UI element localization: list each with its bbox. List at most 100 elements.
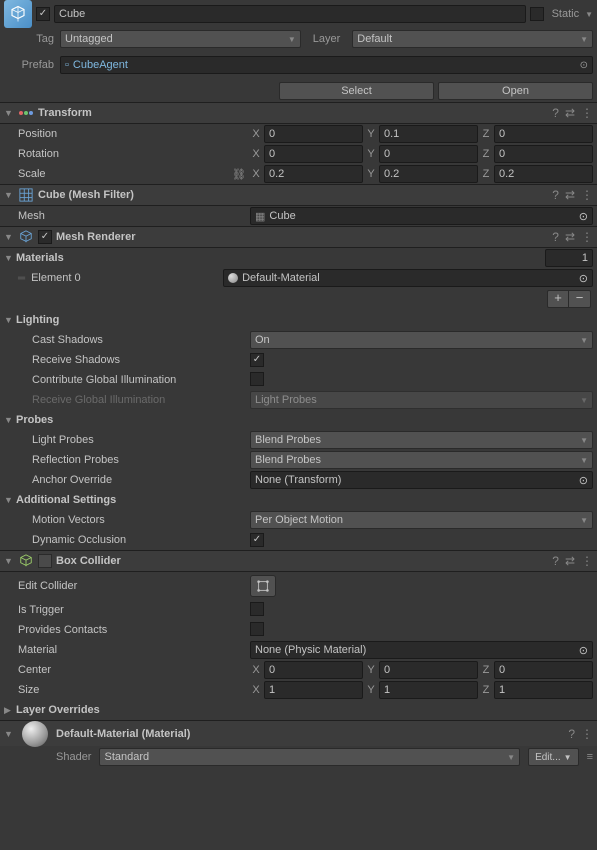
provides-contacts-label: Provides Contacts (4, 624, 250, 636)
y-label: Y (365, 684, 377, 696)
center-x-input[interactable] (264, 661, 363, 679)
object-picker-icon[interactable]: ⊙ (579, 644, 588, 657)
preset-icon[interactable]: ⇄ (565, 188, 575, 202)
position-label: Position (4, 128, 250, 140)
help-icon[interactable]: ? (568, 727, 575, 741)
add-button[interactable]: + (547, 290, 569, 308)
y-label: Y (365, 148, 377, 160)
mesh-label: Mesh (4, 210, 250, 222)
foldout-icon[interactable]: ▼ (4, 729, 14, 739)
name-field[interactable] (54, 5, 526, 23)
additional-settings-label: Additional Settings (16, 494, 116, 506)
material-slot[interactable]: Default-Material ⊙ (223, 269, 593, 287)
probes-label: Probes (16, 414, 53, 426)
mesh-renderer-icon (18, 229, 34, 245)
material-preview-icon (22, 721, 48, 747)
menu-icon[interactable]: ⋮ (581, 727, 593, 741)
object-picker-icon[interactable]: ⊙ (579, 272, 588, 285)
anchor-override-field[interactable]: None (Transform)⊙ (250, 471, 593, 489)
edit-collider-button[interactable] (250, 575, 276, 597)
rotation-x-input[interactable] (264, 145, 363, 163)
material-title: Default-Material (Material) (56, 728, 560, 740)
foldout-icon[interactable]: ▶ (4, 705, 14, 716)
dynamic-occlusion-checkbox[interactable] (250, 533, 264, 547)
help-icon[interactable]: ? (552, 106, 559, 120)
menu-icon[interactable]: ⋮ (581, 188, 593, 202)
menu-icon[interactable]: ⋮ (581, 230, 593, 244)
object-picker-icon[interactable]: ⊙ (579, 474, 588, 487)
tag-label: Tag (4, 33, 54, 45)
motion-vectors-dropdown[interactable]: Per Object Motion▼ (250, 511, 593, 529)
prefab-icon: ▫ (65, 59, 69, 71)
contribute-gi-checkbox[interactable] (250, 372, 264, 386)
enable-checkbox[interactable] (38, 554, 52, 568)
position-x-input[interactable] (264, 125, 363, 143)
object-picker-icon[interactable]: ⊙ (579, 210, 588, 223)
size-z-input[interactable] (494, 681, 593, 699)
light-probes-dropdown[interactable]: Blend Probes▼ (250, 431, 593, 449)
object-picker-icon[interactable]: ⊙ (580, 60, 588, 71)
active-checkbox[interactable] (36, 7, 50, 21)
static-label: Static (552, 8, 580, 20)
anchor-override-label: Anchor Override (4, 474, 250, 486)
foldout-icon[interactable]: ▼ (4, 253, 14, 263)
foldout-icon[interactable]: ▼ (4, 108, 14, 118)
reflection-probes-dropdown[interactable]: Blend Probes▼ (250, 451, 593, 469)
static-dropdown-icon[interactable]: ▼ (585, 10, 593, 19)
drag-handle-icon[interactable]: ═ (4, 273, 25, 284)
receive-gi-dropdown: Light Probes▼ (250, 391, 593, 409)
preset-icon[interactable]: ⇄ (565, 106, 575, 120)
enable-checkbox[interactable] (38, 230, 52, 244)
center-y-input[interactable] (379, 661, 478, 679)
help-icon[interactable]: ? (552, 554, 559, 568)
help-icon[interactable]: ? (552, 230, 559, 244)
mesh-field[interactable]: ▦ Cube ⊙ (250, 207, 593, 225)
layer-overrides-label: Layer Overrides (16, 704, 100, 716)
menu-icon[interactable]: ⋮ (581, 554, 593, 568)
open-button[interactable]: Open (438, 82, 593, 100)
foldout-icon[interactable]: ▼ (4, 232, 14, 242)
scale-z-input[interactable] (494, 165, 593, 183)
receive-shadows-checkbox[interactable] (250, 353, 264, 367)
tag-dropdown[interactable]: Untagged▼ (60, 30, 301, 48)
menu-icon[interactable]: ≡ (587, 751, 593, 763)
link-icon[interactable]: ⛓ (232, 168, 246, 181)
scale-y-input[interactable] (379, 165, 478, 183)
provides-contacts-checkbox[interactable] (250, 622, 264, 636)
box-collider-icon (18, 553, 34, 569)
size-x-input[interactable] (264, 681, 363, 699)
foldout-icon[interactable]: ▼ (4, 495, 14, 505)
component-title: Transform (38, 107, 548, 119)
size-y-input[interactable] (379, 681, 478, 699)
center-z-input[interactable] (494, 661, 593, 679)
foldout-icon[interactable]: ▼ (4, 315, 14, 325)
layer-dropdown[interactable]: Default▼ (352, 30, 593, 48)
foldout-icon[interactable]: ▼ (4, 415, 14, 425)
position-z-input[interactable] (494, 125, 593, 143)
edit-button[interactable]: Edit...▼ (528, 748, 579, 766)
help-icon[interactable]: ? (552, 188, 559, 202)
element-label: Element 0 (31, 272, 217, 284)
scale-x-input[interactable] (264, 165, 363, 183)
preset-icon[interactable]: ⇄ (565, 554, 575, 568)
foldout-icon[interactable]: ▼ (4, 190, 14, 200)
rotation-y-input[interactable] (379, 145, 478, 163)
receive-shadows-label: Receive Shadows (4, 354, 250, 366)
menu-icon[interactable]: ⋮ (581, 106, 593, 120)
select-button[interactable]: Select (279, 82, 434, 100)
shader-dropdown[interactable]: Standard▼ (99, 748, 520, 766)
remove-button[interactable]: − (569, 290, 591, 308)
foldout-icon[interactable]: ▼ (4, 556, 14, 566)
static-checkbox[interactable] (530, 7, 544, 21)
physic-material-field[interactable]: None (Physic Material)⊙ (250, 641, 593, 659)
cast-shadows-dropdown[interactable]: On▼ (250, 331, 593, 349)
position-y-input[interactable] (379, 125, 478, 143)
is-trigger-checkbox[interactable] (250, 602, 264, 616)
prefab-field[interactable]: ▫ CubeAgent ⊙ (60, 56, 593, 74)
prefab-label: Prefab (4, 59, 54, 71)
materials-count[interactable]: 1 (545, 249, 593, 267)
rotation-z-input[interactable] (494, 145, 593, 163)
z-label: Z (480, 664, 492, 676)
component-title: Mesh Renderer (56, 231, 548, 243)
preset-icon[interactable]: ⇄ (565, 230, 575, 244)
